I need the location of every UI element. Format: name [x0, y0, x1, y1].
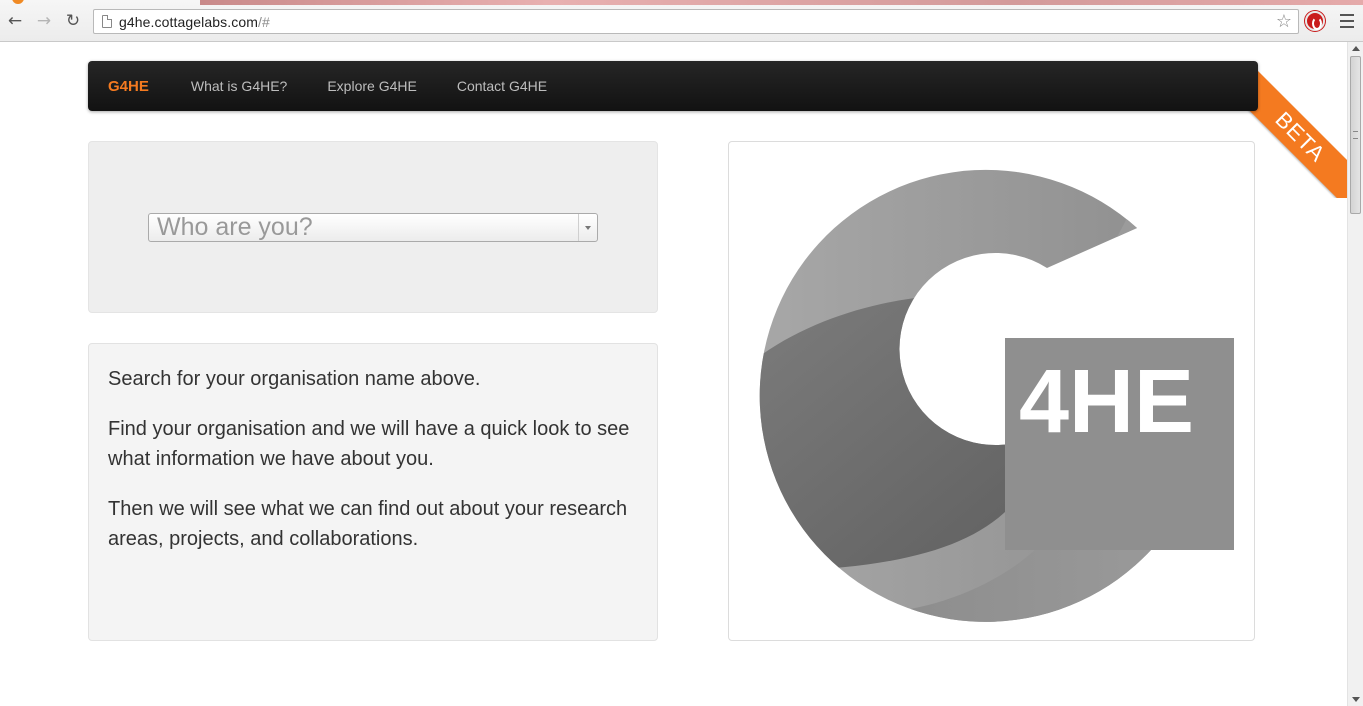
tab-favicon — [12, 0, 24, 4]
star-icon[interactable]: ☆ — [1276, 11, 1292, 32]
page-scrollbar[interactable] — [1347, 42, 1363, 706]
scroll-down-icon[interactable] — [1352, 697, 1360, 702]
forward-icon[interactable]: → — [34, 11, 54, 31]
nav-contact[interactable]: Contact G4HE — [457, 78, 547, 94]
extension-icon[interactable] — [1305, 11, 1325, 31]
page-icon — [102, 15, 112, 28]
instruction-paragraph: Find your organisation and we will have … — [108, 418, 630, 470]
brand-link[interactable]: G4HE — [108, 78, 149, 95]
search-well: Who are you? — [88, 141, 658, 313]
organisation-select[interactable]: Who are you? — [148, 213, 598, 242]
instructions-panel: Search for your organisation name above.… — [88, 343, 658, 641]
url-path: /# — [257, 13, 270, 30]
instruction-paragraph: Search for your organisation name above. — [108, 368, 481, 390]
nav-explore[interactable]: Explore G4HE — [327, 78, 416, 94]
beta-ribbon-label: BETA — [1244, 65, 1347, 198]
tab-strip — [200, 0, 1363, 5]
g4he-logo: 4HE — [759, 169, 1234, 622]
scroll-thumb[interactable] — [1350, 56, 1361, 214]
url-text: g4he.cottagelabs.com/# — [119, 14, 270, 30]
page-viewport: BETA G4HE What is G4HE? Explore G4HE Con… — [0, 42, 1347, 706]
top-navbar: G4HE What is G4HE? Explore G4HE Contact … — [88, 61, 1258, 111]
beta-ribbon: BETA — [1244, 42, 1347, 198]
scroll-up-icon[interactable] — [1352, 46, 1360, 51]
reload-icon[interactable]: ↻ — [63, 11, 83, 31]
nav-what-is[interactable]: What is G4HE? — [191, 78, 287, 94]
back-icon[interactable]: ← — [5, 11, 25, 31]
select-placeholder: Who are you? — [157, 213, 313, 241]
logo-text: 4HE — [1019, 352, 1194, 452]
browser-toolbar: ← → ↻ g4he.cottagelabs.com/# ☆ — [0, 0, 1363, 42]
chevron-down-icon[interactable] — [578, 214, 597, 241]
url-host: g4he.cottagelabs.com — [119, 13, 258, 30]
instruction-paragraph: Then we will see what we can find out ab… — [108, 498, 628, 550]
address-bar[interactable]: g4he.cottagelabs.com/# ☆ — [93, 9, 1299, 34]
menu-icon[interactable] — [1340, 14, 1354, 28]
logo-panel: 4HE — [728, 141, 1255, 641]
